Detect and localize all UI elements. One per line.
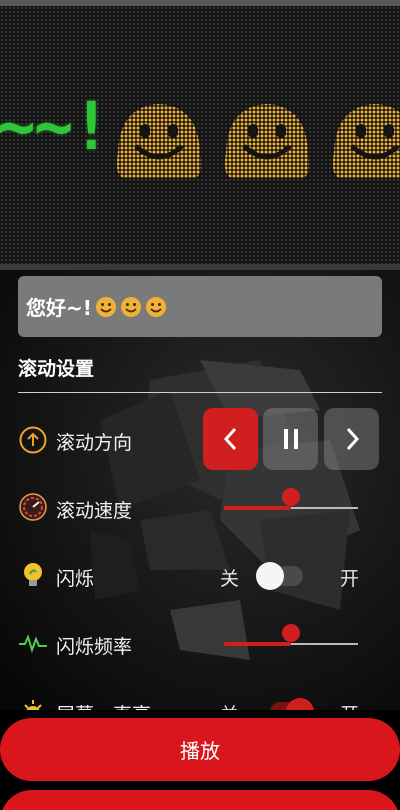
smile-emoji-icon <box>120 296 141 317</box>
scroll-speed-label: 滚动速度 <box>56 500 133 522</box>
smiley-icon <box>116 104 202 178</box>
led-preview: ~~! <box>0 6 400 264</box>
blink-off-label: 关 <box>220 568 240 590</box>
pause-scroll-button[interactable] <box>263 408 318 470</box>
screen-off-label: 关 <box>220 700 239 710</box>
message-input[interactable]: 您好~! <box>18 276 382 337</box>
waveform-icon <box>19 634 47 654</box>
chevron-right-icon <box>346 427 359 451</box>
blink-on-label: 开 <box>340 568 360 590</box>
screen-on-label: 开 <box>340 700 359 710</box>
smiley-icon <box>224 104 310 178</box>
scroll-direction-label: 滚动方向 <box>56 432 133 454</box>
speed-slider-thumb[interactable] <box>282 488 300 506</box>
scroll-left-button[interactable] <box>203 408 258 470</box>
message-text: 您好~! <box>26 296 92 320</box>
blink-frequency-label: 闪烁频率 <box>56 636 133 658</box>
speedometer-icon <box>19 493 47 521</box>
play-button[interactable]: 播放 <box>0 718 400 781</box>
lightbulb-icon <box>24 563 42 586</box>
frequency-slider-thumb[interactable] <box>282 624 300 642</box>
led-scroll-text: ~~! <box>0 88 111 165</box>
smile-emoji-icon <box>95 296 116 317</box>
chevron-left-icon <box>223 427 236 451</box>
section-title: 滚动设置 <box>18 358 95 380</box>
blink-label: 闪烁 <box>56 568 95 590</box>
frequency-slider-fill <box>224 642 291 646</box>
arrow-up-circle-icon <box>19 426 47 454</box>
settings-panel: 您好~! 滚动设置 滚动方向 滚动速度 闪烁 关 开 闪烁频率 <box>0 270 400 710</box>
blink-toggle-knob[interactable] <box>256 562 284 590</box>
speed-slider-fill <box>224 506 291 510</box>
section-divider <box>18 392 382 393</box>
sun-icon <box>24 700 42 710</box>
scroll-right-button[interactable] <box>324 408 379 470</box>
smile-emoji-icon <box>145 296 166 317</box>
secondary-action-button[interactable] <box>0 790 400 810</box>
pause-icon <box>283 429 298 449</box>
screen-always-on-label: 屏幕一直亮 <box>56 700 151 710</box>
smiley-icon <box>332 104 400 178</box>
